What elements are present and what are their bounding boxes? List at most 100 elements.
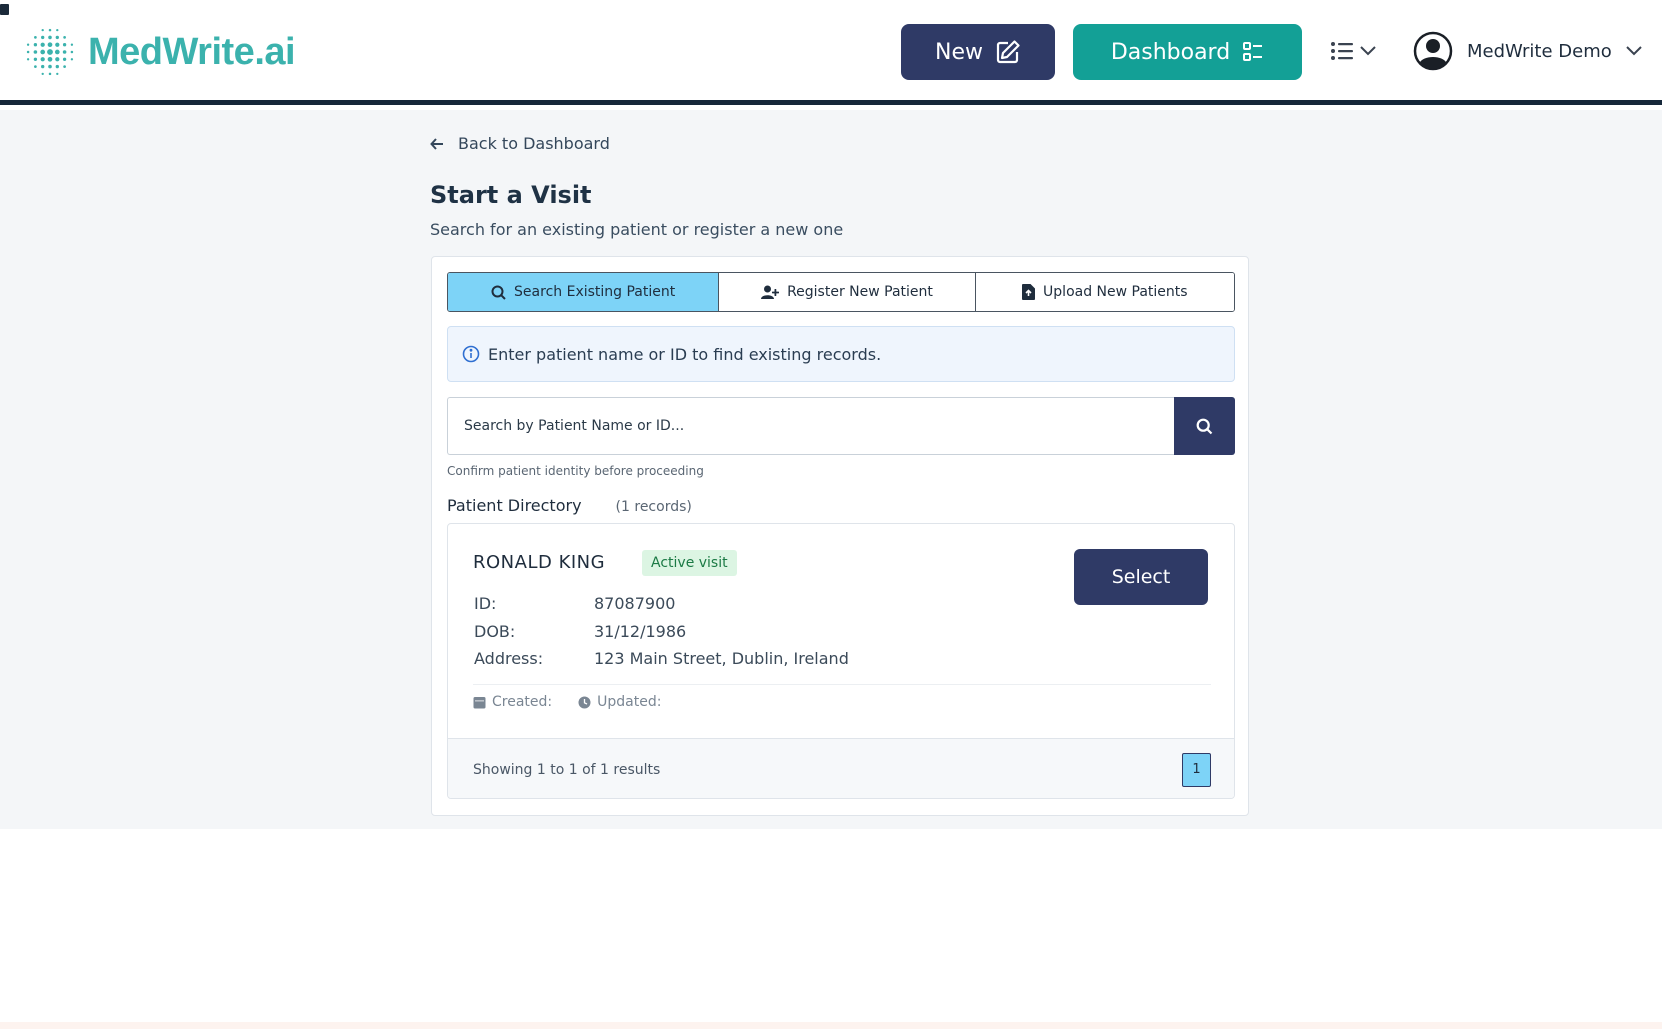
- logo[interactable]: MedWrite.ai: [24, 26, 296, 78]
- logo-dot: [40, 57, 45, 62]
- dashboard-button-label: Dashboard: [1110, 39, 1231, 65]
- tab-label: Register New Patient: [787, 284, 933, 300]
- directory-count: (1 records): [615, 499, 692, 515]
- avatar-icon: [1413, 31, 1453, 71]
- bottom-strip: [0, 1022, 1662, 1029]
- logo-dot: [41, 72, 44, 76]
- logo-dot: [33, 50, 38, 54]
- logo-dot: [70, 50, 74, 54]
- record-meta: Created: Updated:: [473, 694, 661, 710]
- directory-title: Patient Directory: [447, 496, 582, 515]
- logo-dot: [55, 57, 60, 62]
- logo-dot: [70, 58, 74, 61]
- tab-bar: Search Existing Patient Register New Pat…: [447, 272, 1235, 312]
- search-submit-button[interactable]: [1174, 397, 1235, 455]
- logo-dot: [26, 58, 30, 61]
- field-label: ID:: [474, 594, 497, 613]
- chevron-down-icon: [1360, 46, 1376, 56]
- created-label: Created:: [492, 694, 553, 710]
- divider: [473, 684, 1211, 685]
- user-menu[interactable]: MedWrite Demo: [1413, 30, 1642, 72]
- page-subtitle: Search for an existing patient or regist…: [430, 220, 844, 239]
- patient-name: RONALD KING: [473, 552, 606, 573]
- info-message: Enter patient name or ID to find existin…: [488, 344, 882, 364]
- patient-search-input[interactable]: [447, 397, 1174, 455]
- visit-card: Search Existing Patient Register New Pat…: [431, 256, 1249, 816]
- logo-dot: [48, 35, 52, 40]
- logo-dot: [63, 65, 66, 68]
- logo-dot: [41, 64, 45, 69]
- tab-upload-new-patients[interactable]: Upload New Patients: [975, 273, 1234, 311]
- tab-search-existing-patient[interactable]: Search Existing Patient: [448, 273, 720, 311]
- directory-header: Patient Directory (1 records): [447, 496, 692, 515]
- new-button-label: New: [935, 39, 983, 65]
- top-header: MedWrite.ai New Dashboard MedWrite Demo: [0, 0, 1662, 105]
- logo-dots-icon: [26, 28, 74, 76]
- logo-dot: [54, 49, 60, 55]
- logo-dot: [47, 56, 53, 62]
- back-to-dashboard-link[interactable]: Back to Dashboard: [430, 134, 610, 153]
- logo-dot: [40, 49, 46, 55]
- logo-dot: [26, 43, 30, 46]
- logo-dot: [62, 43, 67, 47]
- view-menu-toggle[interactable]: [1330, 38, 1380, 64]
- patient-address: 123 Main Street, Dublin, Ireland: [594, 649, 849, 668]
- logo-dot: [62, 57, 67, 61]
- logo-dot: [26, 50, 30, 54]
- user-plus-icon: [761, 285, 780, 299]
- logo-dot: [40, 42, 45, 47]
- logo-text: MedWrite.ai: [88, 30, 296, 73]
- patient-search-bar: [447, 397, 1235, 455]
- tab-label: Upload New Patients: [1043, 284, 1188, 300]
- logo-dot: [48, 28, 52, 32]
- logo-dot: [47, 42, 53, 48]
- logo-dot: [41, 28, 44, 32]
- search-icon: [491, 285, 506, 300]
- arrow-left-icon: [430, 137, 443, 150]
- logo-dot: [56, 72, 59, 76]
- user-name: MedWrite Demo: [1467, 40, 1612, 62]
- patient-card: RONALD KING Active visit Select ID: 8708…: [447, 523, 1235, 799]
- logo-dot: [55, 64, 59, 69]
- tab-label: Search Existing Patient: [514, 284, 676, 300]
- corner-tab-icon: [0, 4, 9, 15]
- logo-dot: [41, 35, 45, 40]
- field-label: Address:: [474, 649, 544, 668]
- page-button-1[interactable]: 1: [1182, 752, 1211, 787]
- dashboard-button[interactable]: Dashboard: [1073, 24, 1302, 80]
- logo-dot: [70, 43, 74, 46]
- new-button[interactable]: New: [901, 24, 1055, 80]
- patient-dob: 31/12/1986: [594, 622, 687, 641]
- status-badge: Active visit: [642, 550, 737, 576]
- list-icon: [1331, 42, 1353, 60]
- patient-dob-row: DOB: 31/12/1986: [474, 622, 686, 641]
- calendar-icon: [473, 696, 486, 708]
- patient-address-row: Address: 123 Main Street, Dublin, Irelan…: [474, 649, 849, 668]
- select-patient-button[interactable]: Select: [1074, 549, 1208, 605]
- logo-dot: [48, 72, 52, 76]
- logo-dot: [56, 28, 59, 32]
- patient-id-row: ID: 87087900: [474, 594, 675, 613]
- clock-icon: [578, 696, 591, 708]
- tab-register-new-patient[interactable]: Register New Patient: [719, 273, 976, 311]
- file-upload-icon: [1022, 284, 1036, 300]
- page-title: Start a Visit: [430, 181, 592, 209]
- logo-dot: [63, 36, 66, 39]
- updated-label: Updated:: [597, 694, 662, 710]
- logo-dot: [47, 49, 53, 55]
- search-hint: Confirm patient identity before proceedi…: [447, 464, 704, 478]
- chevron-down-icon: [1626, 46, 1642, 56]
- created-meta: Created:: [473, 694, 552, 710]
- logo-dot: [33, 43, 38, 47]
- field-label: DOB:: [474, 622, 516, 641]
- info-icon: [462, 345, 480, 363]
- pagination-summary: Showing 1 to 1 of 1 results: [473, 761, 661, 778]
- logo-dot: [33, 57, 38, 61]
- pagination: Showing 1 to 1 of 1 results 1: [448, 738, 1234, 798]
- updated-meta: Updated:: [578, 694, 661, 710]
- logo-dot: [34, 36, 37, 39]
- edit-icon: [996, 40, 1020, 64]
- logo-dot: [55, 35, 59, 40]
- info-alert: Enter patient name or ID to find existin…: [447, 326, 1235, 382]
- search-icon: [1196, 418, 1213, 434]
